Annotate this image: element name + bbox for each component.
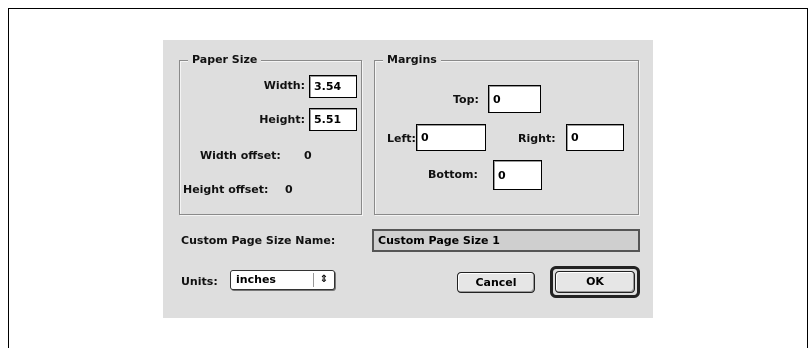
paper-size-group: Paper Size Width: Height: Width offset: … — [179, 53, 362, 215]
units-label: Units: — [181, 275, 218, 288]
height-label: Height: — [259, 113, 305, 126]
margins-group: Margins Top: Left: Right: Bottom: — [374, 53, 639, 215]
cancel-button[interactable]: Cancel — [457, 272, 535, 293]
top-label: Top: — [453, 93, 479, 106]
custom-page-size-dialog: Paper Size Width: Height: Width offset: … — [163, 40, 653, 318]
ok-button[interactable]: OK — [555, 271, 635, 293]
up-down-arrows-icon: ⇕ — [319, 274, 329, 285]
width-field[interactable] — [309, 75, 357, 98]
height-offset-value: 0 — [285, 183, 293, 196]
bottom-label: Bottom: — [428, 168, 478, 181]
margins-title: Margins — [383, 53, 441, 67]
height-offset-label: Height offset: — [183, 183, 269, 196]
width-offset-value: 0 — [304, 149, 312, 162]
top-margin-field[interactable] — [488, 85, 541, 113]
custom-page-size-name-label: Custom Page Size Name: — [181, 234, 336, 247]
right-margin-field[interactable] — [566, 124, 624, 151]
popup-separator — [313, 273, 314, 287]
height-field[interactable] — [309, 108, 357, 131]
bottom-margin-field[interactable] — [493, 160, 542, 190]
left-label: Left: — [387, 132, 416, 145]
paper-size-title: Paper Size — [188, 53, 262, 67]
units-popup[interactable]: inches ⇕ — [230, 270, 335, 290]
units-selected-value: inches — [236, 273, 276, 286]
width-label: Width: — [263, 79, 305, 92]
width-offset-label: Width offset: — [200, 149, 281, 162]
right-label: Right: — [518, 132, 556, 145]
left-margin-field[interactable] — [416, 124, 486, 151]
custom-page-size-name-field[interactable] — [372, 229, 640, 252]
